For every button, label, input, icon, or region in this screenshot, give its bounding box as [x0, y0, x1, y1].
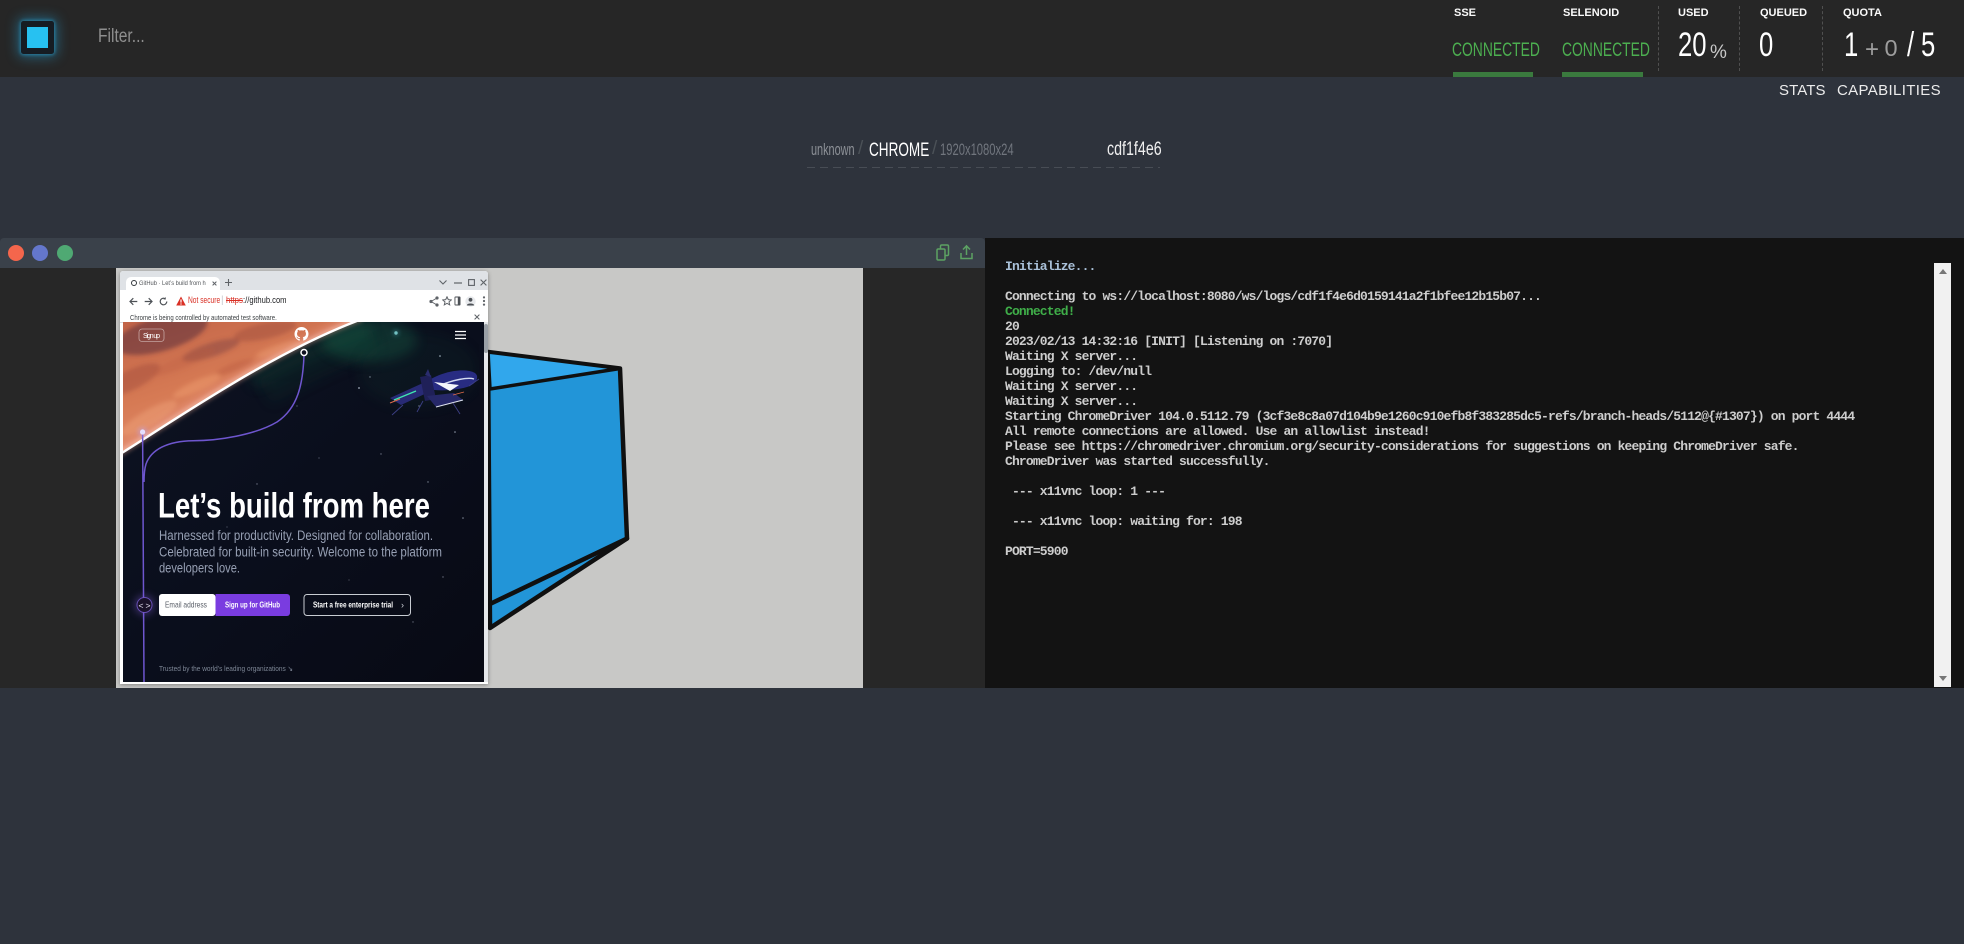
svg-text:Celebrated for built-in securi: Celebrated for built-in security. Welcom…: [159, 544, 442, 559]
svg-text:Sign up: Sign up: [143, 333, 160, 340]
svg-text:Sign up for GitHub: Sign up for GitHub: [225, 600, 280, 610]
svg-text:›: ›: [401, 600, 404, 610]
svg-text:Email address: Email address: [165, 600, 207, 610]
svg-text:Harnessed for productivity. De: Harnessed for productivity. Designed for…: [159, 528, 433, 543]
svg-text:developers love.: developers love.: [159, 561, 240, 576]
svg-text:Trusted by the world’s leading: Trusted by the world’s leading organizat…: [159, 664, 293, 673]
svg-text:Let’s build from here: Let’s build from here: [158, 486, 430, 526]
svg-text:Start a free enterprise trial: Start a free enterprise trial: [313, 600, 393, 610]
